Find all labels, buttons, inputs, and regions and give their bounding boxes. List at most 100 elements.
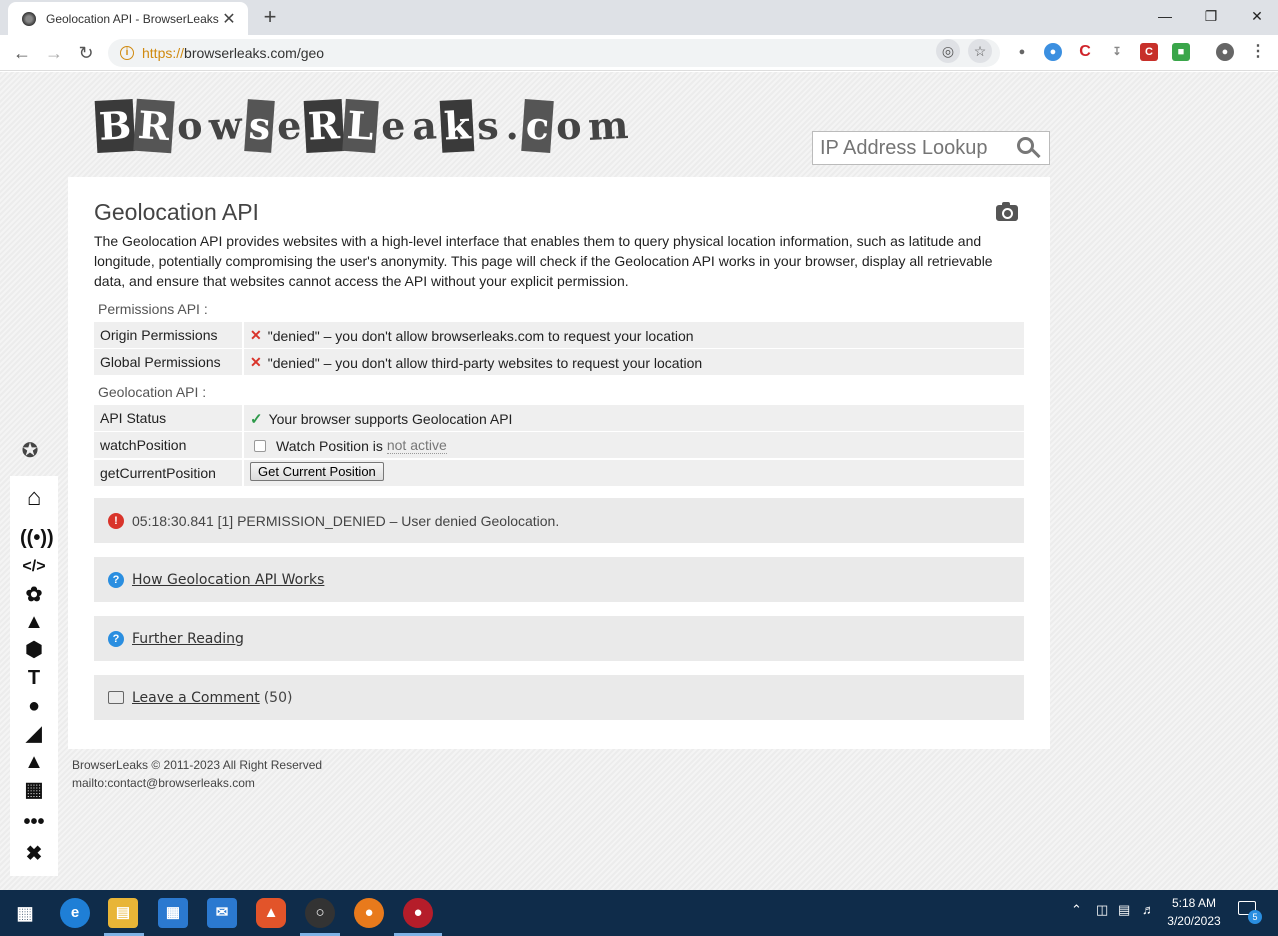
question-icon: ? bbox=[108, 630, 124, 647]
watch-position-key: watchPosition bbox=[100, 437, 187, 453]
canvas-icon[interactable]: ✿ bbox=[20, 583, 48, 607]
address-bar[interactable]: i https:// browserleaks.com/geo bbox=[108, 39, 1000, 67]
download-extension-icon[interactable]: ↧ bbox=[1108, 43, 1126, 61]
font-icon[interactable]: T bbox=[20, 666, 48, 690]
notification-center[interactable]: 5 bbox=[1238, 901, 1262, 924]
home-icon[interactable]: ⌂ bbox=[20, 486, 48, 510]
table-row-current-position: getCurrentPosition Get Current Position bbox=[94, 460, 1024, 486]
back-arrow-icon[interactable]: ← bbox=[9, 40, 35, 66]
table-row-global-permissions: Global Permissions ✕ "denied" – you don't… bbox=[94, 349, 1024, 375]
logo-tile-c: c bbox=[520, 99, 554, 153]
api-status-value: Your browser supports Geolocation API bbox=[268, 411, 513, 427]
url-text: browserleaks.com/geo bbox=[184, 45, 325, 61]
how-geolocation-works-link[interactable]: How Geolocation API Works bbox=[132, 572, 324, 588]
tab-close-icon[interactable]: ✕ bbox=[220, 9, 238, 29]
site-info-icon[interactable]: i bbox=[120, 46, 134, 60]
broadcast-icon[interactable]: ((•)) bbox=[20, 526, 54, 550]
cube-icon[interactable]: ⬢ bbox=[20, 638, 48, 662]
origin-permissions-key: Origin Permissions bbox=[100, 327, 218, 343]
comments-panel: Leave a Comment (50) bbox=[94, 675, 1024, 720]
leave-comment-link[interactable]: Leave a Comment bbox=[132, 690, 260, 706]
ip-lookup-input[interactable] bbox=[813, 136, 1013, 160]
brave-icon[interactable]: ▲ bbox=[256, 898, 286, 928]
code-icon[interactable]: </> bbox=[20, 555, 48, 579]
watch-position-state: not active bbox=[386, 437, 447, 454]
profile-icon[interactable]: ● bbox=[1216, 43, 1234, 61]
side-nav: ⌂ ((•)) </> ✿ ▲ ⬢ T ● ◢ ▲ ▦ ••• ✖ bbox=[10, 476, 58, 876]
system-clock[interactable]: 5:18 AM 3/20/2023 bbox=[1164, 894, 1224, 930]
notification-badge: 5 bbox=[1248, 910, 1262, 924]
global-permissions-value: "denied" – you don't allow third-party w… bbox=[267, 354, 703, 371]
copyright-text: BrowserLeaks © 2011-2023 All Right Reser… bbox=[72, 758, 323, 772]
location-pin-icon[interactable]: ● bbox=[20, 694, 48, 718]
cross-icon: ✕ bbox=[250, 327, 262, 343]
logo-tile-w: w bbox=[207, 102, 243, 149]
watch-position-checkbox[interactable] bbox=[254, 439, 266, 452]
taskbar: ▦ e ▤ ▦ ✉ ▲ ○ ● ● ⌃ ◫ ▤ ♬ 5:18 AM 3/20/2… bbox=[0, 890, 1278, 936]
camera-icon[interactable] bbox=[996, 202, 1018, 221]
search-icon[interactable] bbox=[1013, 134, 1041, 162]
browser-toolbar: ← → ↻ i https:// browserleaks.com/geo ◎ … bbox=[0, 35, 1278, 71]
table-row-watch-position: watchPosition Watch Position is not activ… bbox=[94, 432, 1024, 458]
tray-chevron-icon[interactable]: ⌃ bbox=[1071, 902, 1082, 918]
further-reading-link[interactable]: Further Reading bbox=[132, 631, 244, 647]
bookmark-star-icon[interactable]: ☆ bbox=[968, 39, 992, 63]
file-explorer-icon[interactable]: ▤ bbox=[108, 898, 138, 928]
edge-icon[interactable]: e bbox=[60, 898, 90, 928]
error-icon: ! bbox=[108, 512, 124, 529]
network-icon[interactable]: ▤ bbox=[1118, 902, 1130, 918]
page-description: The Geolocation API provides websites wi… bbox=[94, 233, 993, 289]
ip-lookup-search bbox=[812, 131, 1050, 165]
browser-app-icon[interactable]: ● bbox=[403, 898, 433, 928]
get-current-position-button[interactable]: Get Current Position bbox=[250, 462, 384, 481]
app-circle-icon[interactable]: ○ bbox=[305, 898, 335, 928]
site-logo[interactable]: B R o w s e R L e a k s . c o m bbox=[94, 94, 632, 158]
checkmark-icon: ✓ bbox=[250, 411, 263, 428]
pin-icon[interactable]: ✪ bbox=[18, 438, 42, 462]
close-window-button[interactable]: ✕ bbox=[1234, 0, 1278, 32]
further-reading-panel: ? Further Reading bbox=[94, 616, 1024, 661]
logo-tile-a: a bbox=[410, 102, 438, 149]
volume-icon[interactable]: ♬ bbox=[1142, 902, 1155, 917]
table-row-api-status: API Status ✓ Your browser supports Geoloc… bbox=[94, 405, 1024, 431]
logo-tile-r: R bbox=[133, 98, 175, 154]
store-icon[interactable]: ▦ bbox=[158, 898, 188, 928]
stairs-icon[interactable]: ◢ bbox=[20, 722, 48, 746]
error-message: 05:18:30.841 [1] PERMISSION_DENIED – Use… bbox=[132, 512, 560, 529]
new-tab-button[interactable]: + bbox=[258, 4, 282, 30]
minimize-button[interactable]: — bbox=[1142, 0, 1188, 32]
api-status-key: API Status bbox=[100, 410, 167, 426]
forward-arrow-icon[interactable]: → bbox=[41, 40, 67, 66]
menu-dots-icon[interactable]: ⋮ bbox=[1249, 43, 1267, 61]
logo-tile-r2: R bbox=[304, 99, 345, 153]
green-extension-icon[interactable]: ■ bbox=[1172, 43, 1190, 61]
mail-icon[interactable]: ✉ bbox=[207, 898, 237, 928]
image-icon[interactable]: ▲ bbox=[20, 610, 48, 634]
site-favicon-icon bbox=[22, 11, 36, 26]
lock-extension-icon[interactable]: ● bbox=[1013, 43, 1031, 61]
logo-tile-s2: s bbox=[475, 102, 500, 149]
location-blocked-icon[interactable]: ◎ bbox=[936, 39, 960, 63]
lock-icon[interactable]: ▲ bbox=[20, 750, 48, 774]
reload-icon[interactable]: ↻ bbox=[73, 40, 99, 66]
more-dots-icon[interactable]: ••• bbox=[20, 810, 48, 834]
cross-icon: ✕ bbox=[250, 354, 262, 370]
windows-start-icon[interactable]: ▦ bbox=[10, 898, 40, 928]
c-red-extension-icon[interactable]: C bbox=[1140, 43, 1158, 61]
comment-icon bbox=[108, 691, 124, 704]
error-message-panel: ! 05:18:30.841 [1] PERMISSION_DENIED – U… bbox=[94, 498, 1024, 543]
mailto-link[interactable]: mailto:contact@browserleaks.com bbox=[72, 774, 322, 792]
page-title: Geolocation API bbox=[94, 199, 259, 225]
firewall-icon[interactable]: ▦ bbox=[20, 778, 48, 802]
shield-extension-icon[interactable]: ● bbox=[1044, 43, 1062, 61]
logo-tile-e: e bbox=[276, 102, 303, 149]
tab-title: Geolocation API - BrowserLeaks bbox=[46, 11, 219, 26]
device-icon[interactable]: ◫ bbox=[1096, 902, 1108, 918]
logo-tile-l: L bbox=[342, 98, 379, 154]
browser-tab[interactable]: Geolocation API - BrowserLeaks ✕ bbox=[8, 2, 248, 35]
tools-icon[interactable]: ✖ bbox=[20, 842, 48, 866]
c-extension-icon[interactable]: C bbox=[1076, 43, 1094, 61]
current-position-key: getCurrentPosition bbox=[100, 465, 216, 481]
restore-button[interactable]: ❐ bbox=[1188, 0, 1234, 32]
vpn-icon[interactable]: ● bbox=[354, 898, 384, 928]
